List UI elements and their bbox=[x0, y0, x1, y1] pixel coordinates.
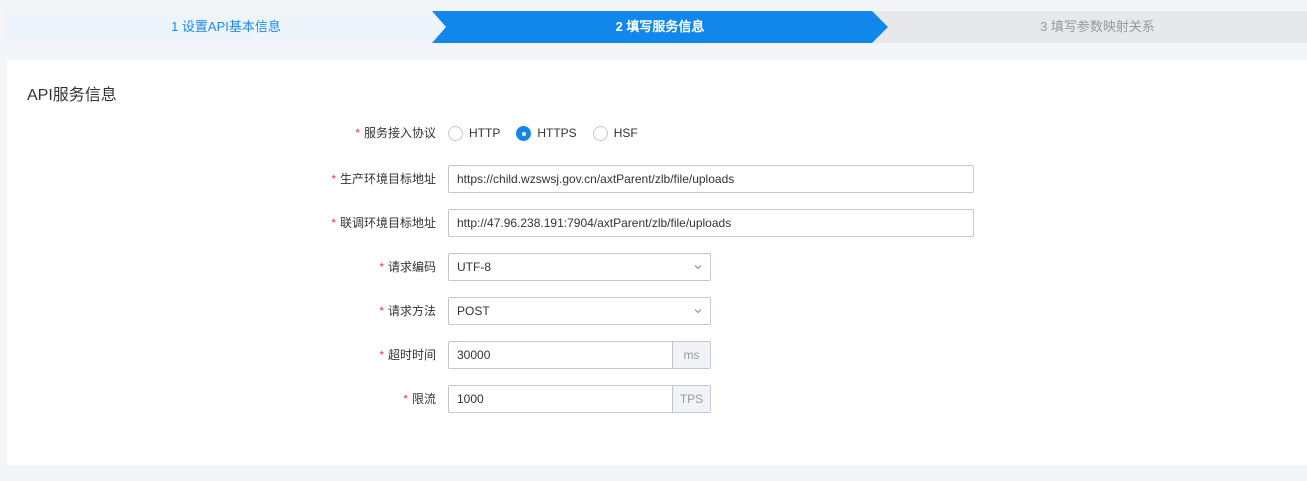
protocol-label: * 服务接入协议 bbox=[355, 126, 436, 140]
steps-bar: 1 设置API基本信息 3 填写参数映射关系 2 填写服务信息 bbox=[6, 11, 1307, 43]
method-label: * 请求方法 bbox=[379, 304, 436, 318]
encoding-select[interactable]: UTF-8 bbox=[448, 253, 711, 281]
radio-https[interactable]: HTTPS bbox=[516, 125, 577, 141]
required-mark: * bbox=[355, 126, 360, 140]
prod-url-input[interactable]: https://child.wzswsj.gov.cn/axtParent/zl… bbox=[448, 165, 974, 193]
rate-limit-input[interactable]: 1000 bbox=[449, 386, 672, 412]
prod-url-row: * 生产环境目标地址 https://child.wzswsj.gov.cn/ax… bbox=[7, 165, 1307, 193]
radio-hsf[interactable]: HSF bbox=[592, 125, 638, 141]
debug-url-label: * 联调环境目标地址 bbox=[331, 216, 436, 230]
radio-http[interactable]: HTTP bbox=[448, 125, 500, 141]
timeout-input[interactable]: 30000 bbox=[449, 342, 672, 368]
radio-circle[interactable] bbox=[592, 125, 608, 141]
protocol-row: * 服务接入协议 HTTP HTTPS HSF bbox=[7, 119, 1307, 147]
encoding-label: * 请求编码 bbox=[379, 260, 436, 274]
chevron-down-icon[interactable] bbox=[694, 263, 702, 270]
timeout-label: * 超时时间 bbox=[379, 348, 436, 362]
prod-url-label: * 生产环境目标地址 bbox=[331, 172, 436, 186]
protocol-radio-group: HTTP HTTPS HSF bbox=[448, 119, 654, 147]
step-2-active[interactable]: 2 填写服务信息 bbox=[432, 11, 888, 43]
radio-circle[interactable] bbox=[448, 125, 463, 141]
rate-limit-label: * 限流 bbox=[403, 392, 436, 406]
timeout-input-group: 30000 ms bbox=[448, 341, 711, 369]
debug-url-input[interactable]: http://47.96.238.191:7904/axtParent/zlb/… bbox=[448, 209, 974, 237]
timeout-unit: ms bbox=[672, 342, 710, 368]
method-value: POST bbox=[457, 304, 490, 318]
rate-limit-unit: TPS bbox=[672, 386, 710, 412]
timeout-row: * 超时时间 30000 ms bbox=[7, 341, 1307, 369]
method-row: * 请求方法 POST bbox=[7, 297, 1307, 325]
step-3[interactable]: 3 填写参数映射关系 bbox=[872, 11, 1307, 43]
rate-limit-row: * 限流 1000 TPS bbox=[7, 385, 1307, 413]
method-select[interactable]: POST bbox=[448, 297, 711, 325]
encoding-value: UTF-8 bbox=[457, 260, 491, 274]
section-title: API服务信息 bbox=[27, 87, 117, 104]
rate-limit-input-group: 1000 TPS bbox=[448, 385, 711, 413]
service-info-card: API服务信息 * 服务接入协议 HTTP HTTPS HSF * 生产环境目标地址… bbox=[7, 60, 1307, 465]
radio-circle-checked[interactable] bbox=[516, 125, 532, 141]
step-1[interactable]: 1 设置API基本信息 bbox=[6, 11, 446, 43]
encoding-row: * 请求编码 UTF-8 bbox=[7, 253, 1307, 281]
debug-url-row: * 联调环境目标地址 http://47.96.238.191:7904/axtP… bbox=[7, 209, 1307, 237]
chevron-down-icon[interactable] bbox=[694, 307, 702, 314]
